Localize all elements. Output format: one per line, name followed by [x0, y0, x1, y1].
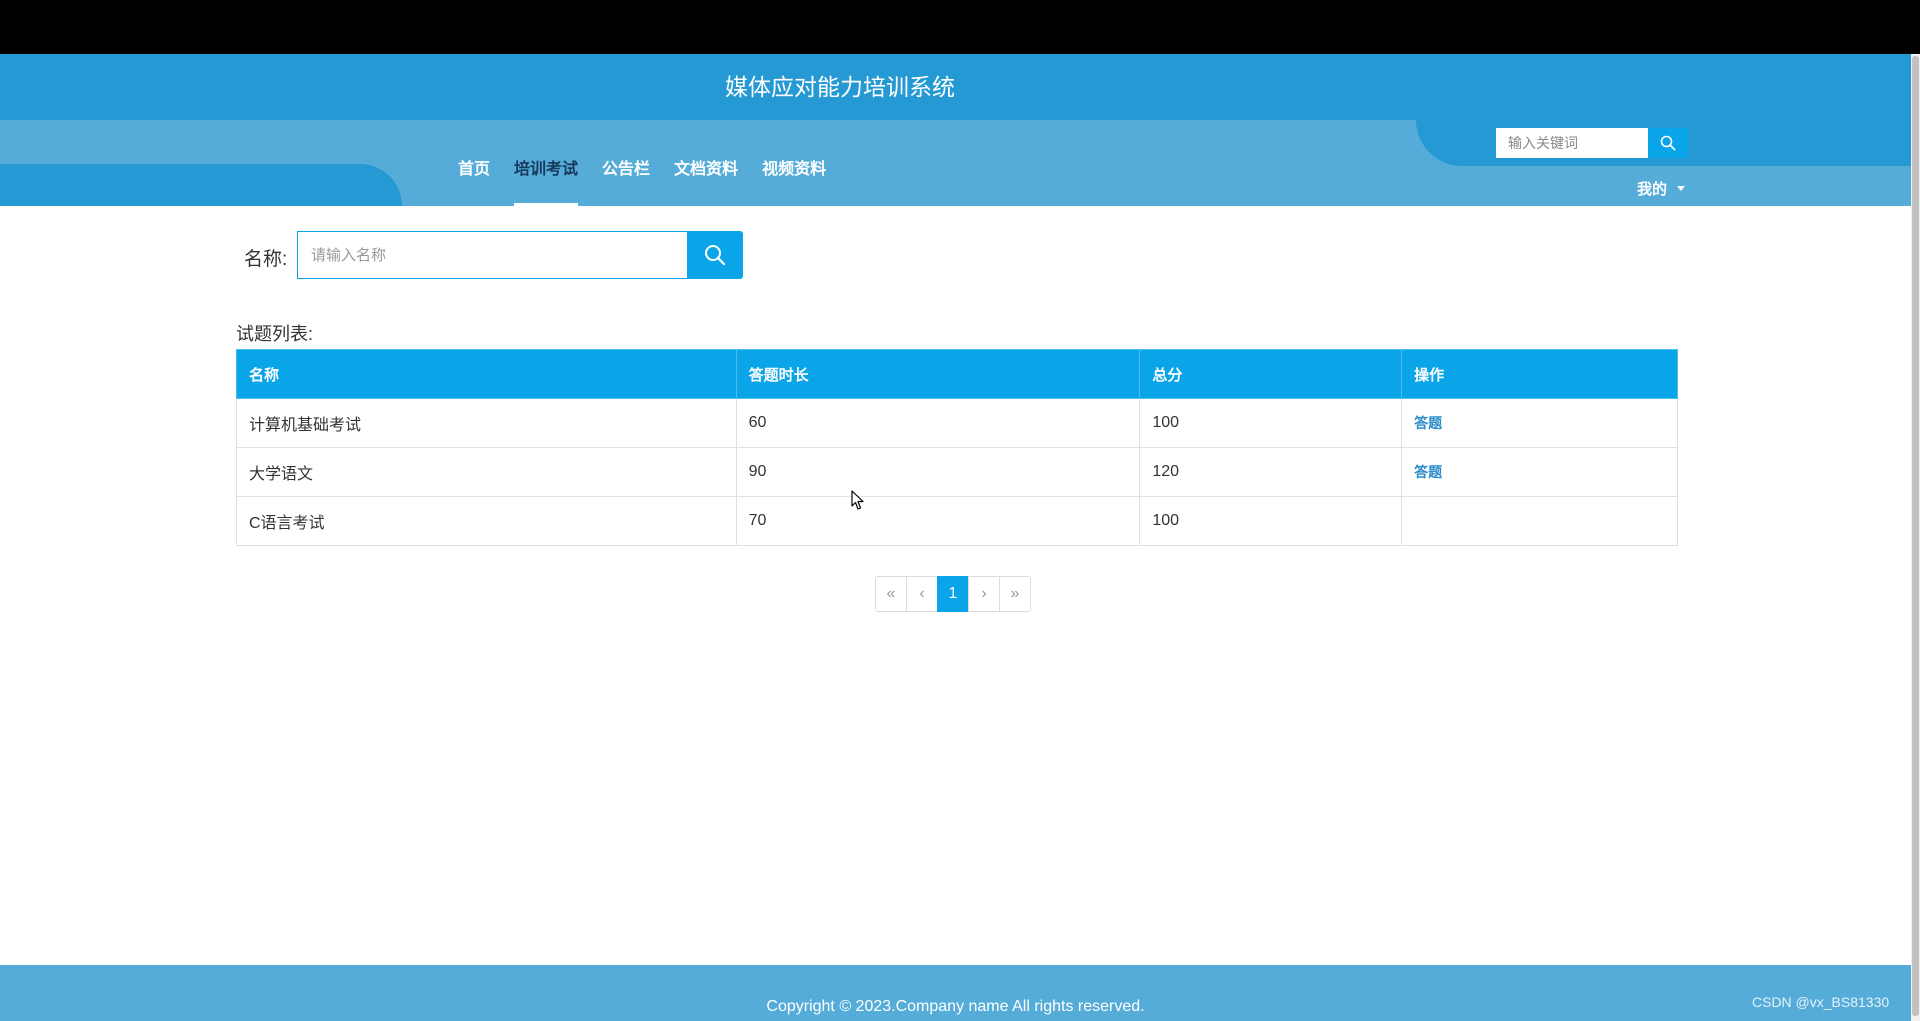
- scrollbar-thumb[interactable]: [1912, 56, 1919, 1016]
- exam-duration-cell: 90: [735, 447, 1141, 497]
- column-header-action: 操作: [1401, 349, 1678, 399]
- nav-item-label: 视频资料: [762, 161, 827, 178]
- exam-name-cell: 大学语文: [236, 447, 737, 497]
- footer-copyright: Copyright © 2023.Company name All rights…: [766, 998, 1145, 1015]
- user-menu-label: 我的: [1637, 181, 1668, 198]
- pagination-last-button[interactable]: »: [999, 576, 1031, 612]
- caret-down-icon: [1677, 186, 1686, 191]
- exam-action-cell: [1401, 496, 1678, 546]
- exam-score-cell: 100: [1139, 496, 1403, 546]
- table-row: 大学语文 90 120 答题: [236, 447, 1678, 497]
- nav-item-bulletin[interactable]: 公告栏: [602, 120, 650, 206]
- search-icon: [1660, 135, 1676, 151]
- pagination-prev-button[interactable]: ‹: [906, 576, 938, 612]
- answer-link[interactable]: 答题: [1414, 415, 1442, 431]
- nav-item-home[interactable]: 首页: [458, 120, 490, 206]
- header-search: [1496, 128, 1688, 158]
- nav-decor-wave-left: [0, 164, 402, 206]
- exam-table: 名称 答题时长 总分 操作 计算机基础考试 60 100 答题 大学语文 90 …: [236, 349, 1678, 546]
- exam-action-cell: 答题: [1401, 398, 1678, 448]
- header-search-input[interactable]: [1496, 128, 1648, 158]
- column-header-score: 总分: [1139, 349, 1403, 399]
- nav-item-label: 培训考试: [514, 161, 579, 178]
- search-icon: [705, 245, 726, 266]
- pagination: « ‹ 1 › »: [875, 576, 1031, 612]
- exam-score-cell: 100: [1139, 398, 1403, 448]
- exam-score-cell: 120: [1139, 447, 1403, 497]
- nav-item-videos[interactable]: 视频资料: [762, 120, 826, 206]
- nav-item-label: 首页: [458, 161, 491, 178]
- nav-item-label: 文档资料: [674, 161, 739, 178]
- nav-item-label: 公告栏: [602, 161, 651, 178]
- mouse-cursor-icon: [851, 490, 864, 510]
- exam-action-cell: 答题: [1401, 447, 1678, 497]
- name-filter: [297, 231, 743, 279]
- exam-name-cell: 计算机基础考试: [236, 398, 737, 448]
- table-row: 计算机基础考试 60 100 答题: [236, 398, 1678, 448]
- main-nav: 首页 培训考试 公告栏 文档资料 视频资料: [446, 120, 838, 206]
- name-search-button[interactable]: [687, 231, 743, 279]
- nav-item-training-exam[interactable]: 培训考试: [514, 120, 579, 206]
- answer-link[interactable]: 答题: [1414, 464, 1442, 480]
- column-header-name: 名称: [236, 349, 737, 399]
- pagination-page-button[interactable]: 1: [937, 576, 969, 612]
- user-menu[interactable]: 我的: [1637, 178, 1686, 199]
- exam-duration-cell: 70: [735, 496, 1141, 546]
- pagination-next-button[interactable]: ›: [968, 576, 1000, 612]
- exam-duration-cell: 60: [735, 398, 1141, 448]
- nav-item-documents[interactable]: 文档资料: [674, 120, 738, 206]
- exam-list-title: 试题列表:: [236, 324, 314, 344]
- watermark: CSDN @vx_BS81330: [1752, 994, 1890, 1010]
- table-row: C语言考试 70 100: [236, 496, 1678, 546]
- name-search-input[interactable]: [297, 231, 687, 279]
- header-search-button[interactable]: [1648, 128, 1688, 158]
- site-title: 媒体应对能力培训系统: [725, 74, 955, 100]
- active-nav-underline: [514, 203, 579, 206]
- exam-name-cell: C语言考试: [236, 496, 737, 546]
- pagination-first-button[interactable]: «: [875, 576, 907, 612]
- browser-top-bar: [0, 0, 1920, 54]
- page-scrollbar[interactable]: [1911, 54, 1920, 1021]
- name-filter-label: 名称:: [244, 249, 288, 270]
- column-header-duration: 答题时长: [735, 349, 1141, 399]
- table-header-row: 名称 答题时长 总分 操作: [236, 349, 1678, 399]
